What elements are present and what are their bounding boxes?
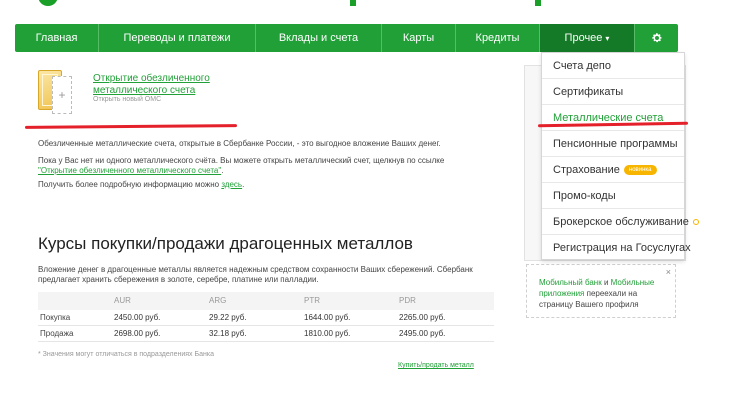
menu-item-promo[interactable]: Промо-коды (542, 183, 684, 209)
mobile-bank-notice: × Мобильный банк и Мобильные приложения … (526, 264, 676, 318)
header-cell (38, 292, 114, 310)
rates-footnote: * Значения могут отличаться в подразделе… (38, 351, 214, 358)
more-info-text-b: . (242, 180, 245, 189)
menu-item-brokerage-label: Брокерское обслуживание (553, 216, 689, 228)
menu-item-insurance[interactable]: Страхование новинка (542, 157, 684, 183)
header-cell-ptr: PTR (304, 296, 320, 305)
new-dot-icon (692, 219, 699, 226)
header-cell-pdr: PDR (399, 296, 416, 305)
main-nav: Главная Переводы и платежи Вклады и счет… (15, 24, 678, 52)
table-cell: 1644.00 руб. (304, 313, 351, 322)
header-cell-arg: ARG (209, 296, 227, 305)
other-dropdown-menu: Счета депо Сертификаты Металлические сче… (541, 52, 699, 261)
table-cell: 2495.00 руб. (399, 329, 446, 338)
nav-item-home[interactable]: Главная (15, 24, 99, 52)
plus-icon: + (52, 76, 72, 114)
rates-title: Курсы покупки/продажи драгоценных металл… (38, 234, 413, 253)
menu-item-metal-accounts[interactable]: Металлические счета (542, 105, 684, 131)
chevron-down-icon: ▾ (605, 34, 610, 43)
nav-item-cards[interactable]: Карты (382, 24, 456, 52)
open-account-subtitle: Открыть новый ОМС (93, 96, 162, 103)
metal-account-icon[interactable]: + (38, 70, 72, 114)
here-link[interactable]: здесь (221, 180, 242, 189)
table-cell: 2265.00 руб. (399, 313, 446, 322)
table-cell: 32.18 руб. (209, 329, 247, 338)
nav-item-other[interactable]: Прочее ▾ (540, 24, 635, 52)
close-icon[interactable]: × (666, 267, 671, 278)
table-row: Покупка 2450.00 руб. 29.22 руб. 1644.00 … (38, 310, 494, 326)
menu-item-insurance-label: Страхование (553, 164, 620, 176)
rates-table: AUR ARG PTR PDR Покупка 2450.00 руб. 29.… (38, 292, 494, 342)
more-info-text: Получить более подробную информацию можн… (38, 180, 508, 190)
rates-description: Вложение денег в драгоценные металлы явл… (38, 265, 473, 284)
menu-item-certificates[interactable]: Сертификаты (542, 79, 684, 105)
more-info-text-a: Получить более подробную информацию можн… (38, 180, 222, 189)
no-accounts-text-a: Пока у Вас нет ни одного металлического … (38, 156, 445, 165)
no-accounts-text: Пока у Вас нет ни одного металлического … (38, 156, 508, 176)
no-accounts-text-b: . (221, 166, 224, 175)
buy-sell-metal-link[interactable]: Купить/продать металл (398, 362, 474, 369)
table-cell: 2450.00 руб. (114, 313, 161, 322)
table-cell: 1810.00 руб. (304, 329, 351, 338)
settings-button[interactable] (635, 24, 678, 52)
menu-item-gosuslugi[interactable]: Регистрация на Госуслугах (542, 235, 691, 261)
nav-item-other-label: Прочее (564, 32, 603, 44)
new-badge: новинка (623, 165, 657, 176)
rates-table-header: AUR ARG PTR PDR (38, 292, 494, 310)
nav-item-deposits[interactable]: Вклады и счета (256, 24, 382, 52)
notice-and: и (601, 278, 611, 287)
gear-icon (651, 33, 662, 43)
open-account-link[interactable]: Открытие обезличенного металлического сч… (93, 73, 243, 97)
row-label: Покупка (40, 313, 71, 322)
header-logo-fragment (0, 0, 541, 10)
menu-item-pension[interactable]: Пенсионные программы (542, 131, 684, 157)
header-cell-aur: AUR (114, 296, 131, 305)
row-label: Продажа (40, 329, 74, 338)
nav-item-credits[interactable]: Кредиты (456, 24, 540, 52)
intro-text: Обезличенные металлические счета, открыт… (38, 139, 441, 148)
table-cell: 2698.00 руб. (114, 329, 161, 338)
menu-item-brokerage[interactable]: Брокерское обслуживание (542, 209, 699, 235)
menu-item-depo[interactable]: Счета депо (542, 53, 684, 79)
nav-item-transfers[interactable]: Переводы и платежи (99, 24, 256, 52)
mobile-bank-link[interactable]: Мобильный банк (539, 278, 602, 287)
open-account-inline-link[interactable]: "Открытие обезличенного металлического с… (38, 166, 221, 175)
highlight-underline-account (24, 124, 238, 129)
table-row: Продажа 2698.00 руб. 32.18 руб. 1810.00 … (38, 326, 494, 342)
table-cell: 29.22 руб. (209, 313, 247, 322)
